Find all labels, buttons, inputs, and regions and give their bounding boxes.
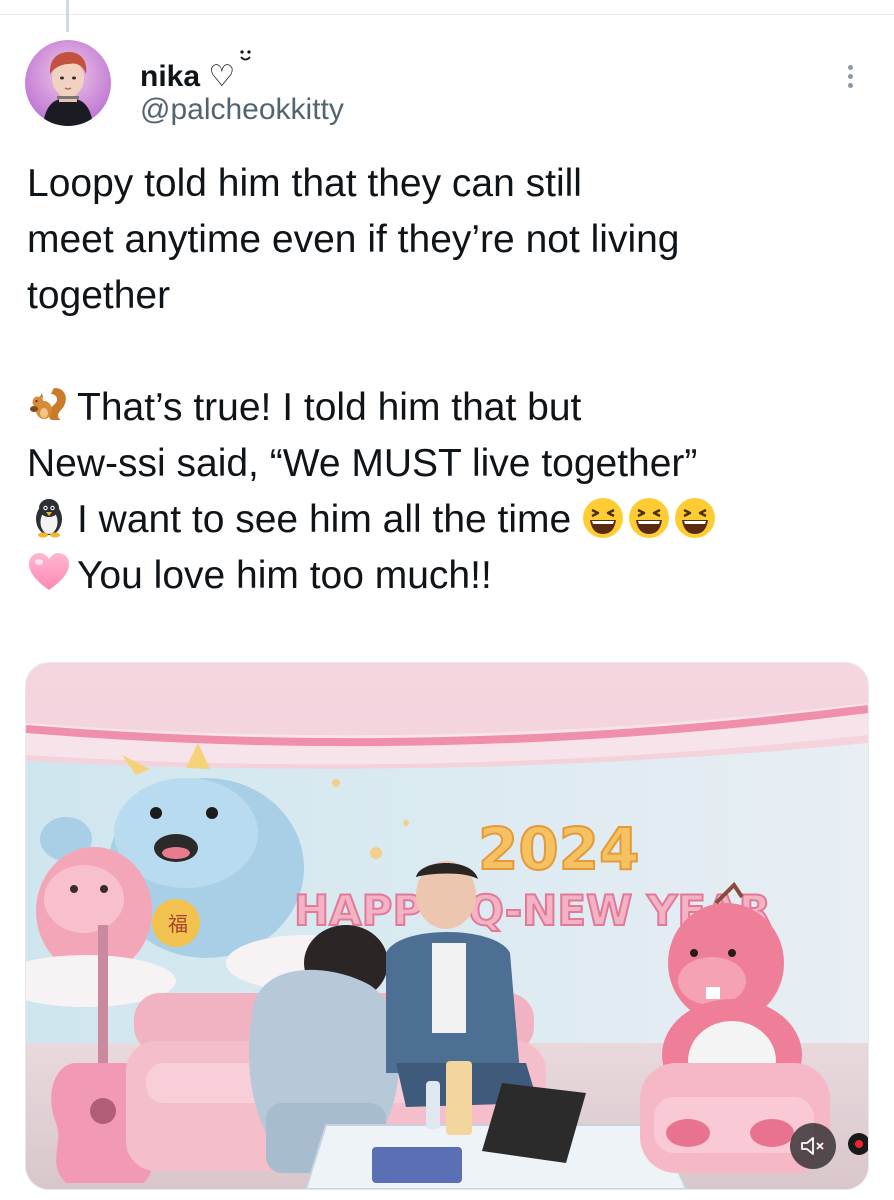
display-name[interactable]: nika ♡ <box>140 48 256 95</box>
tweet-line-7: I want to see him all the time <box>77 498 572 541</box>
banner-year: 2024 <box>478 815 639 883</box>
tweet-line-2: meet anytime even if they’re not living <box>27 218 680 261</box>
more-dot-icon <box>847 82 853 88</box>
tweet-page: nika ♡ @palcheokkitty Loopy told him tha… <box>0 0 894 1200</box>
tweet-line-8: You love him too much!! <box>77 554 492 597</box>
sparkle-face-icon <box>240 50 251 61</box>
tweet-video[interactable]: 福 2024 HAPPY Q-NEW YEAR <box>25 662 869 1190</box>
tweet-line-5-row: That’s true! I told him that but <box>27 380 872 436</box>
tweet-line-6: New-ssi said, “We MUST live together” <box>27 442 698 485</box>
recording-indicator-icon <box>848 1133 868 1155</box>
squirrel-emoji <box>30 388 66 420</box>
thread-line <box>66 0 69 32</box>
tweet-line-7-row: I want to see him all the time <box>27 492 872 548</box>
laughing-emoji <box>675 498 716 538</box>
speaker-muted-icon <box>801 1137 824 1155</box>
tweet-line-5: That’s true! I told him that but <box>77 386 582 429</box>
top-divider <box>0 0 894 15</box>
penguin-emoji <box>36 499 62 538</box>
laughing-emoji <box>629 498 670 538</box>
avatar-photo <box>25 40 111 126</box>
display-name-text: nika ♡ <box>140 60 236 93</box>
video-frame: 福 2024 HAPPY Q-NEW YEAR <box>26 663 868 1189</box>
avatar[interactable] <box>25 40 111 126</box>
tweet-line-1: Loopy told him that they can still <box>27 162 582 205</box>
handle[interactable]: @palcheokkitty <box>140 92 344 128</box>
laughing-emoji <box>583 498 624 538</box>
pink-heart-emoji <box>29 553 69 590</box>
tweet-line-8-row: You love him too much!! <box>27 548 872 604</box>
tweet-line-3: together <box>27 274 171 317</box>
mute-toggle-button[interactable] <box>790 1123 836 1169</box>
more-dot-icon <box>847 64 853 70</box>
svg-text:福: 福 <box>168 912 188 936</box>
more-dot-icon <box>847 73 853 79</box>
tweet-text: Loopy told him that they can still meet … <box>27 156 872 604</box>
more-options-button[interactable] <box>836 58 864 94</box>
